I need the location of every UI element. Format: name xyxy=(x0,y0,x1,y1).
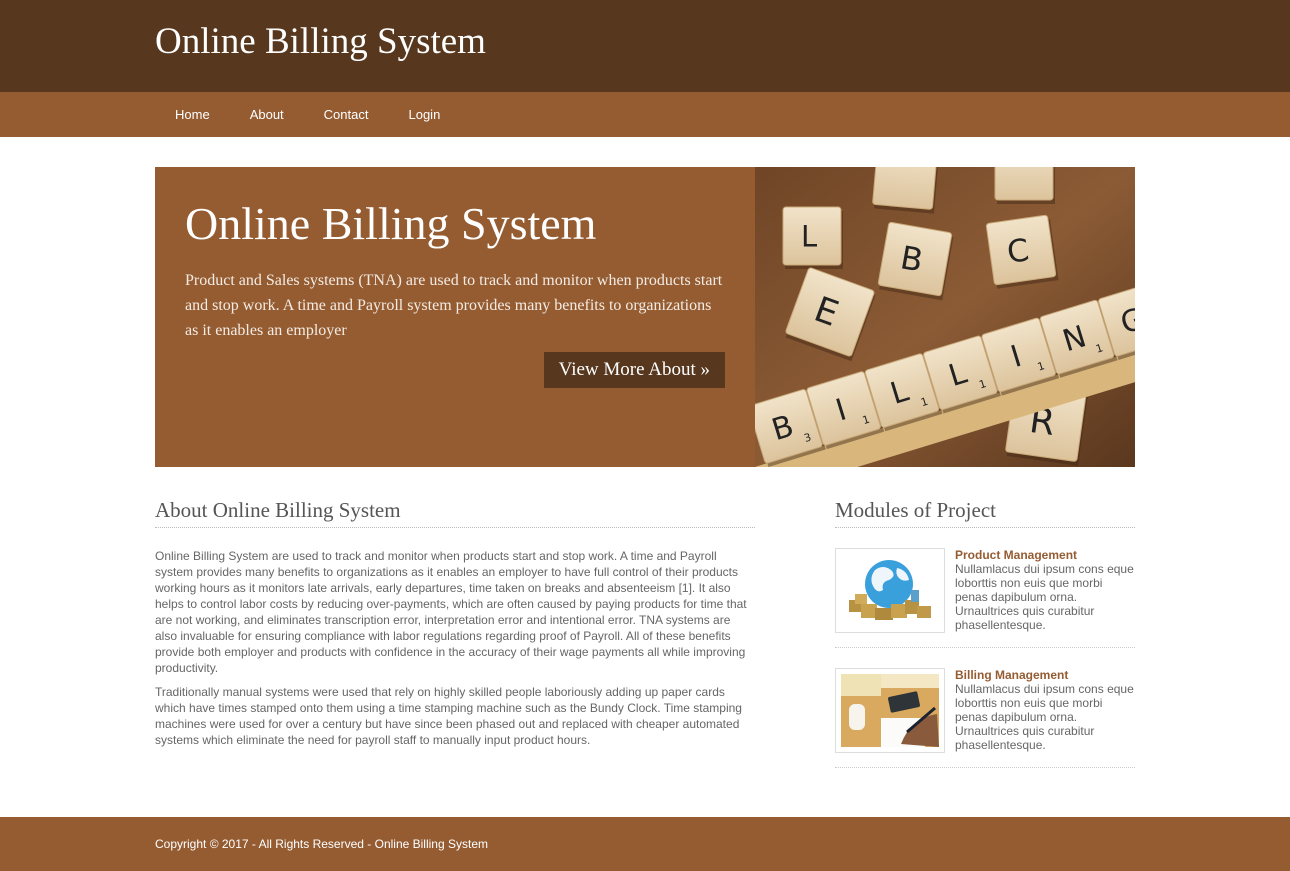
hero-description: Product and Sales systems (TNA) are used… xyxy=(185,272,723,339)
nav-home[interactable]: Home xyxy=(155,92,230,137)
billing-management-description: Nullamlacus dui ipsum cons eque lobortti… xyxy=(955,682,1134,752)
main-nav: Home About Contact Login xyxy=(0,92,1290,137)
billing-management-text: Billing Management Nullamlacus dui ipsum… xyxy=(955,668,1135,753)
site-title[interactable]: Online Billing System xyxy=(155,20,1135,64)
nav-login[interactable]: Login xyxy=(388,92,460,137)
site-header: Online Billing System xyxy=(0,0,1290,92)
loose-tile: L xyxy=(782,206,843,269)
billing-tiles-image: LBCER B3I1L1L1I1N1G2 xyxy=(755,167,1135,467)
copyright-text: Copyright © 2017 - All Rights Reserved -… xyxy=(155,837,488,851)
view-more-about-button[interactable]: View More About » xyxy=(543,352,725,388)
hero-text-panel: Online Billing System Product and Sales … xyxy=(155,167,755,467)
product-management-thumbnail[interactable] xyxy=(835,548,945,633)
product-management-link[interactable]: Product Management xyxy=(955,548,1135,562)
nav-contact[interactable]: Contact xyxy=(304,92,389,137)
main-content: About Online Billing System Online Billi… xyxy=(155,467,1135,768)
about-section: About Online Billing System Online Billi… xyxy=(155,497,755,768)
product-management-description: Nullamlacus dui ipsum cons eque lobortti… xyxy=(955,562,1134,632)
billing-tiles-illustration: LBCER B3I1L1L1I1N1G2 xyxy=(755,167,1135,467)
billing-management-link[interactable]: Billing Management xyxy=(955,668,1135,682)
billing-hand-calculator-icon xyxy=(841,674,939,747)
tile-letter: L xyxy=(801,219,817,253)
loose-tile xyxy=(872,167,940,214)
hero-title: Online Billing System xyxy=(185,198,597,249)
loose-tile: C xyxy=(985,214,1059,289)
product-management-text: Product Management Nullamlacus dui ipsum… xyxy=(955,548,1135,633)
about-paragraph-2: Traditionally manual systems were used t… xyxy=(155,685,742,747)
loose-tile: B xyxy=(877,221,954,301)
billing-management-thumbnail[interactable] xyxy=(835,668,945,753)
modules-section: Modules of Project Product Management Nu… xyxy=(835,497,1135,768)
loose-tile xyxy=(994,167,1055,204)
module-item: Billing Management Nullamlacus dui ipsum… xyxy=(835,648,1135,768)
nav-about[interactable]: About xyxy=(230,92,304,137)
hero-banner: Online Billing System Product and Sales … xyxy=(155,167,1135,467)
globe-boxes-icon xyxy=(841,554,939,627)
about-paragraph-1: Online Billing System are used to track … xyxy=(155,549,747,675)
site-footer: Copyright © 2017 - All Rights Reserved -… xyxy=(0,817,1290,871)
modules-title: Modules of Project xyxy=(835,497,1135,528)
module-item: Product Management Nullamlacus dui ipsum… xyxy=(835,528,1135,648)
about-title: About Online Billing System xyxy=(155,497,755,528)
